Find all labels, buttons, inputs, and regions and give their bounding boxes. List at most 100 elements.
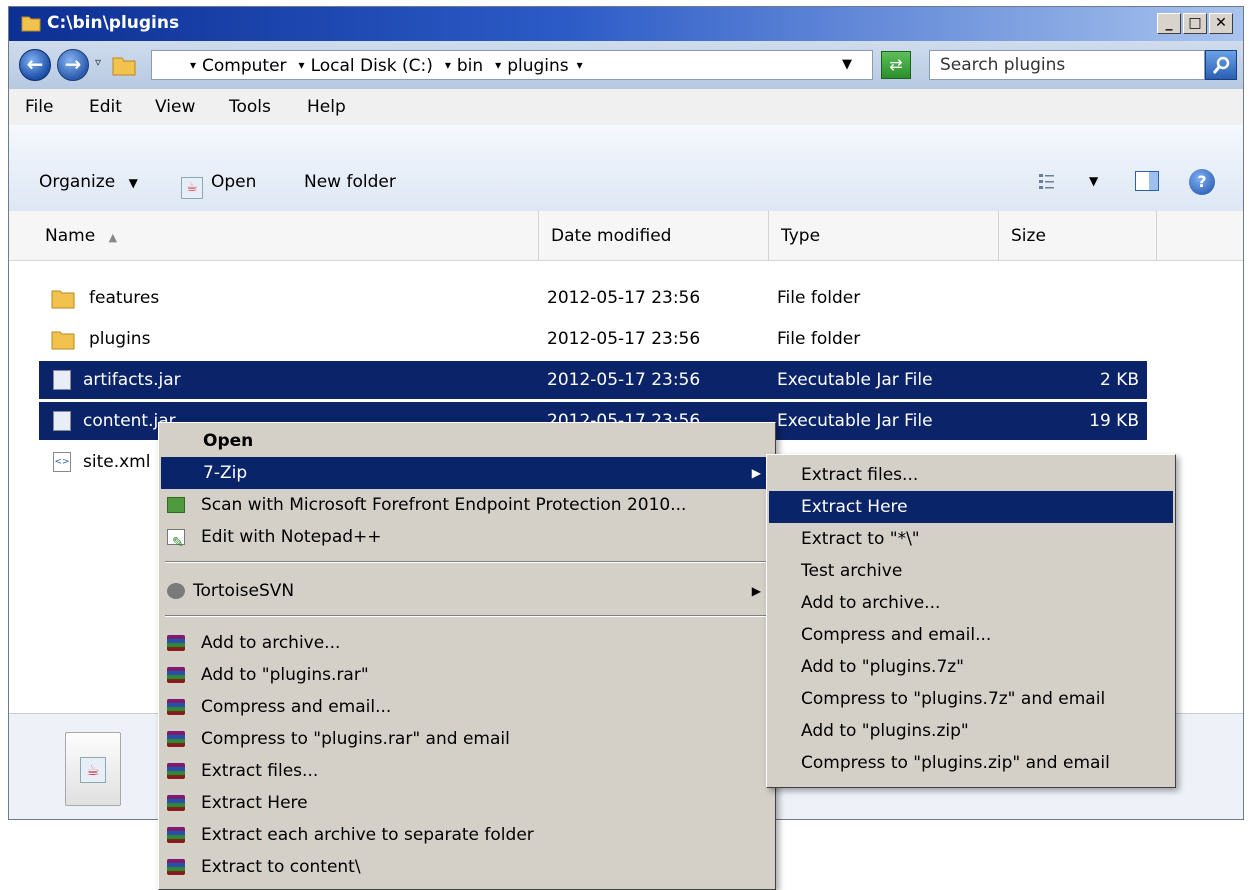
minimize-button[interactable]: _ (1157, 13, 1181, 34)
menu-item-open[interactable]: Open (161, 425, 773, 457)
file-date: 2012-05-17 23:56 (547, 370, 701, 390)
menu-item-label: Test archive (801, 561, 903, 581)
breadcrumb-plugins[interactable]: plugins (489, 56, 589, 76)
help-icon[interactable]: ? (1189, 169, 1215, 195)
refresh-button[interactable]: ⇄ (881, 51, 911, 79)
menu-item-label: Extract to "*\" (801, 529, 920, 549)
search-button[interactable] (1205, 50, 1237, 80)
file-name: site.xml (83, 452, 151, 472)
file-type: Executable Jar File (777, 411, 933, 431)
menu-item-label: Extract each archive to separate folder (201, 825, 534, 845)
menu-item-rar-add-to[interactable]: Add to "plugins.rar" (161, 659, 773, 691)
file-row-plugins[interactable]: plugins 2012-05-17 23:56 File folder (39, 320, 1147, 358)
search-placeholder: Search plugins (940, 55, 1066, 75)
folder-icon (51, 331, 75, 350)
view-options-icon[interactable] (1037, 171, 1057, 191)
chevron-down-icon[interactable]: ▼ (842, 57, 852, 72)
column-header-type[interactable]: Type (769, 211, 999, 261)
menu-edit[interactable]: Edit (89, 97, 122, 117)
submenu-item-compress-7z-email[interactable]: Compress to "plugins.7z" and email (769, 683, 1173, 715)
back-button[interactable]: ← (19, 49, 51, 81)
column-header-size[interactable]: Size (999, 211, 1157, 261)
menu-item-rar-extract-here[interactable]: Extract Here (161, 787, 773, 819)
file-name: features (89, 288, 160, 308)
file-preview-icon: ☕ (65, 732, 121, 806)
column-header-name[interactable]: Name ▲ (31, 211, 539, 261)
column-header-date[interactable]: Date modified (539, 211, 769, 261)
xml-file-icon: <> (53, 452, 71, 472)
menu-file[interactable]: File (25, 97, 53, 117)
jar-file-icon (53, 370, 71, 390)
file-type: Executable Jar File (777, 370, 933, 390)
menu-item-label: 7-Zip (203, 463, 248, 483)
close-button[interactable]: ✕ (1209, 13, 1233, 34)
forward-button[interactable]: → (57, 49, 89, 81)
winrar-icon (167, 859, 185, 875)
open-button[interactable]: ☕ Open (181, 172, 256, 199)
menu-item-label: Compress and email... (801, 625, 992, 645)
breadcrumb-bin[interactable]: bin (439, 56, 489, 76)
submenu-item-add-to-archive[interactable]: Add to archive... (769, 587, 1173, 619)
menu-item-label: Compress to "plugins.7z" and email (801, 689, 1106, 709)
menu-item-label: Compress to "plugins.zip" and email (801, 753, 1110, 773)
forefront-shield-icon (167, 497, 185, 513)
submenu-item-compress-email[interactable]: Compress and email... (769, 619, 1173, 651)
menu-item-rar-compress-to-email[interactable]: Compress to "plugins.rar" and email (161, 723, 773, 755)
organize-button[interactable]: Organize ▼ (39, 172, 138, 192)
menu-item-notepad[interactable]: ✎ Edit with Notepad++ (161, 521, 773, 553)
chevron-down-icon[interactable]: ▼ (1089, 174, 1098, 188)
menu-view[interactable]: View (155, 97, 195, 117)
menu-item-rar-extract-each[interactable]: Extract each archive to separate folder (161, 819, 773, 851)
column-name-label: Name (45, 226, 96, 246)
menu-tools[interactable]: Tools (229, 97, 271, 117)
menu-item-label: Add to "plugins.rar" (201, 665, 369, 685)
menu-help[interactable]: Help (307, 97, 346, 117)
file-size: 19 KB (1089, 411, 1139, 431)
file-date: 2012-05-17 23:56 (547, 288, 701, 308)
submenu-item-extract-here[interactable]: Extract Here (769, 491, 1173, 523)
column-headers: Name ▲ Date modified Type Size (9, 211, 1243, 261)
submenu-item-add-to-7z[interactable]: Add to "plugins.7z" (769, 651, 1173, 683)
file-name: artifacts.jar (83, 370, 181, 390)
menu-item-rar-extract-to[interactable]: Extract to content\ (161, 851, 773, 883)
file-size: 2 KB (1099, 370, 1139, 390)
menu-item-7zip[interactable]: 7-Zip ▶ (161, 457, 773, 489)
menu-item-label: Open (203, 431, 254, 451)
search-input[interactable]: Search plugins (929, 50, 1205, 80)
submenu-item-test-archive[interactable]: Test archive (769, 555, 1173, 587)
file-row-artifacts[interactable]: artifacts.jar 2012-05-17 23:56 Executabl… (39, 361, 1147, 399)
sort-ascending-icon: ▲ (108, 231, 118, 244)
winrar-icon (167, 763, 185, 779)
winrar-icon (167, 699, 185, 715)
notepad-plus-plus-icon: ✎ (167, 529, 185, 551)
new-folder-button[interactable]: New folder (304, 172, 396, 192)
title-bar[interactable]: C:\bin\plugins _ □ ✕ (9, 7, 1243, 41)
submenu-7zip: Extract files... Extract Here Extract to… (766, 454, 1176, 788)
menu-item-rar-extract-files[interactable]: Extract files... (161, 755, 773, 787)
submenu-item-extract-files[interactable]: Extract files... (769, 459, 1173, 491)
recent-pages-dropdown[interactable]: ▿ (95, 55, 101, 69)
breadcrumb-local-disk[interactable]: Local Disk (C:) (293, 56, 439, 76)
file-date: 2012-05-17 23:56 (547, 329, 701, 349)
breadcrumb: Computer Local Disk (C:) bin plugins (184, 56, 589, 76)
preview-pane-icon[interactable] (1135, 171, 1159, 191)
menu-item-label: Extract to content\ (201, 857, 361, 877)
file-row-features[interactable]: features 2012-05-17 23:56 File folder (39, 279, 1147, 317)
folder-icon (51, 290, 75, 309)
menu-item-scan[interactable]: Scan with Microsoft Forefront Endpoint P… (161, 489, 773, 521)
submenu-item-extract-to[interactable]: Extract to "*\" (769, 523, 1173, 555)
menu-item-rar-compress-email[interactable]: Compress and email... (161, 691, 773, 723)
maximize-button[interactable]: □ (1183, 13, 1207, 34)
organize-label: Organize (39, 172, 116, 192)
menu-bar: File Edit View Tools Help (9, 89, 1243, 125)
submenu-item-add-to-zip[interactable]: Add to "plugins.zip" (769, 715, 1173, 747)
menu-item-rar-add-archive[interactable]: Add to archive... (161, 627, 773, 659)
menu-item-label: Add to "plugins.zip" (801, 721, 969, 741)
breadcrumb-computer[interactable]: Computer (184, 56, 293, 76)
address-field[interactable]: Computer Local Disk (C:) bin plugins ▼ (151, 50, 873, 80)
submenu-item-compress-zip-email[interactable]: Compress to "plugins.zip" and email (769, 747, 1173, 779)
file-type: File folder (777, 329, 861, 349)
menu-item-label: Extract Here (201, 793, 308, 813)
menu-item-tortoisesvn[interactable]: TortoiseSVN ▶ (161, 575, 773, 607)
menu-item-label: Edit with Notepad++ (201, 527, 382, 547)
